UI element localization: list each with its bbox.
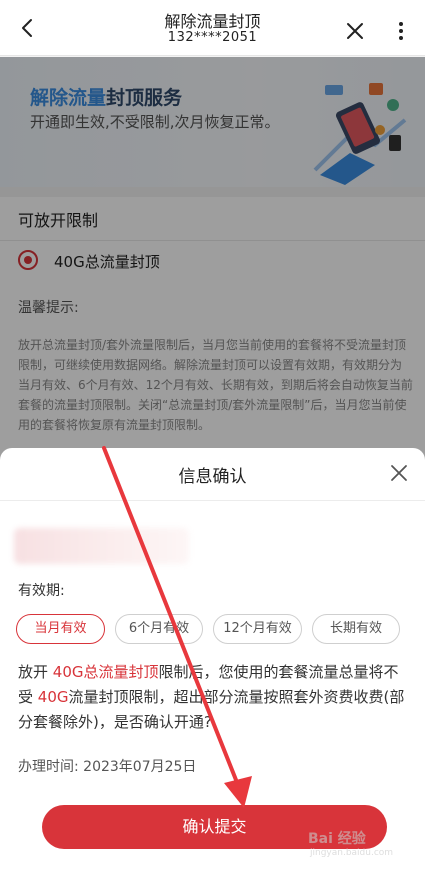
dialog-title: 信息确认: [178, 467, 247, 487]
confirm-dialog: 信息确认 有效期: 当月有效 6个月有效 12个月有效 长期有效 放开 40G总…: [0, 448, 425, 874]
top-bar: 解除流量封顶 132****2051: [0, 0, 425, 56]
baidu-watermark: Bai 经验 jingyan.baidu.com: [308, 826, 420, 866]
chip-long-term[interactable]: 长期有效: [312, 614, 400, 644]
chip-6-months[interactable]: 6个月有效: [115, 614, 203, 644]
chip-12-months[interactable]: 12个月有效: [213, 614, 302, 644]
chip-current-month[interactable]: 当月有效: [16, 614, 105, 644]
blurred-info: [14, 528, 189, 564]
validity-label: 有效期:: [18, 583, 65, 599]
watermark-text: Bai 经验: [308, 831, 366, 847]
more-vertical-icon[interactable]: [392, 20, 410, 42]
handling-date: 办理时间: 2023年07月25日: [18, 759, 197, 775]
close-icon[interactable]: [344, 20, 366, 42]
validity-options: 当月有效 6个月有效 12个月有效 长期有效: [16, 614, 411, 644]
confirm-description: 放开 40G总流量封顶限制后，您使用的套餐流量总量将不受 40G流量封顶限制，超…: [18, 663, 405, 731]
divider: [0, 500, 425, 501]
close-icon[interactable]: [388, 462, 410, 484]
watermark-url: jingyan.baidu.com: [310, 848, 394, 858]
